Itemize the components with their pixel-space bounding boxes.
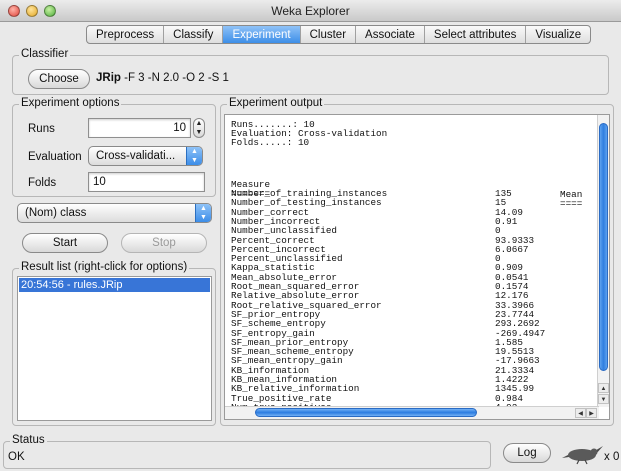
tab-preprocess[interactable]: Preprocess — [87, 26, 165, 43]
experiment-output-group-label: Experiment output — [227, 97, 325, 109]
scroll-right-arrow-icon[interactable]: ▶ — [586, 408, 597, 418]
output-vertical-scrollbar[interactable]: ▲ ▼ — [597, 115, 609, 407]
folds-input[interactable]: 10 — [88, 172, 205, 192]
updown-chevron-icon: ▲ ▼ — [186, 147, 202, 165]
output-folds-line: Folds.....: 10 — [231, 137, 310, 148]
start-button[interactable]: Start — [22, 233, 108, 253]
tab-bar: Preprocess Classify Experiment Cluster A… — [86, 25, 592, 44]
class-attribute-select[interactable]: (Nom) class ▲ ▼ — [17, 203, 212, 223]
window-title: Weka Explorer — [271, 4, 350, 18]
updown-chevron-icon: ▲ ▼ — [195, 204, 211, 222]
scroll-down-arrow-icon[interactable]: ▼ — [598, 394, 609, 404]
tab-select-attributes[interactable]: Select attributes — [425, 26, 527, 43]
status-group-label: Status — [10, 434, 47, 446]
output-horizontal-scroll-thumb[interactable] — [255, 408, 477, 417]
output-vertical-scroll-thumb[interactable] — [599, 123, 608, 371]
classifier-group-label: Classifier — [19, 48, 71, 60]
scroll-left-arrow-icon[interactable]: ◀ — [575, 408, 586, 418]
evaluation-select-value: Cross-validati... — [96, 150, 176, 162]
choose-button[interactable]: Choose — [28, 69, 90, 89]
task-count: x 0 — [604, 451, 620, 463]
tab-associate[interactable]: Associate — [356, 26, 425, 43]
result-list-group-label: Result list (right-click for options) — [19, 261, 190, 273]
tab-experiment[interactable]: Experiment — [223, 26, 301, 43]
status-text: OK — [8, 451, 25, 463]
result-list-item[interactable]: 20:54:56 - rules.JRip — [19, 278, 210, 292]
classifier-options: -F 3 -N 2.0 -O 2 -S 1 — [120, 72, 229, 84]
experiment-options-group-label: Experiment options — [19, 97, 122, 109]
classifier-spec[interactable]: JRip -F 3 -N 2.0 -O 2 -S 1 — [96, 72, 229, 84]
tab-classify[interactable]: Classify — [164, 26, 224, 43]
tab-cluster[interactable]: Cluster — [301, 26, 357, 43]
scroll-up-arrow-icon[interactable]: ▲ — [598, 383, 609, 393]
class-attribute-value: (Nom) class — [25, 207, 87, 219]
output-column-header: Measure Mean — [231, 171, 591, 199]
folds-label: Folds — [28, 177, 57, 189]
experiment-output-text[interactable]: Runs.......: 10 Evaluation: Cross-valida… — [224, 114, 610, 420]
runs-stepper[interactable]: ▲ ▼ — [193, 118, 205, 138]
tab-visualize[interactable]: Visualize — [526, 26, 590, 43]
classifier-name: JRip — [96, 72, 121, 84]
runs-input[interactable]: 10 — [88, 118, 191, 138]
evaluation-select[interactable]: Cross-validati... ▲ ▼ — [88, 146, 203, 166]
status-panel: Status — [3, 434, 491, 469]
weka-bird-icon — [562, 446, 603, 465]
output-horizontal-scrollbar[interactable]: ◀ ▶ — [225, 406, 599, 419]
log-button[interactable]: Log — [503, 443, 551, 463]
result-list[interactable]: 20:54:56 - rules.JRip — [17, 276, 212, 421]
title-bar: Weka Explorer — [0, 0, 621, 22]
stop-button[interactable]: Stop — [121, 233, 207, 253]
runs-label: Runs — [28, 123, 55, 135]
evaluation-label: Evaluation — [28, 151, 82, 163]
